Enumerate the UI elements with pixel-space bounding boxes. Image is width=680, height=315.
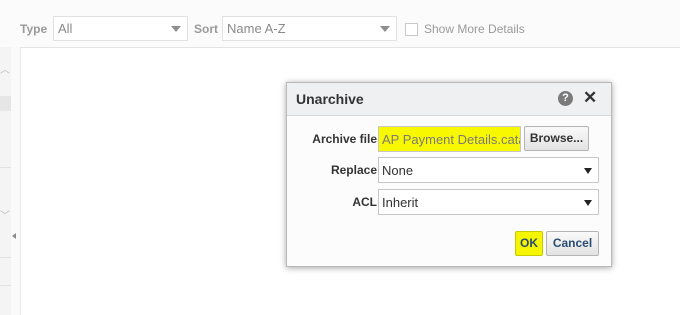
rail-divider: [0, 257, 11, 258]
replace-label: Replace: [330, 163, 377, 177]
chevron-down-icon[interactable]: ﹀: [0, 207, 10, 222]
chevron-down-icon: [380, 26, 390, 32]
rail-divider: [0, 285, 11, 286]
help-icon[interactable]: ?: [558, 91, 573, 106]
chevron-down-icon: [584, 168, 592, 174]
archive-file-label: Archive file: [312, 132, 377, 146]
cancel-button[interactable]: Cancel: [546, 231, 599, 256]
archive-file-input[interactable]: AP Payment Details.cata: [378, 126, 521, 152]
collapse-left-icon[interactable]: [12, 233, 16, 239]
browse-button[interactable]: Browse...: [524, 126, 589, 151]
rail-divider: [0, 167, 11, 168]
replace-select[interactable]: None: [378, 157, 599, 183]
sort-select[interactable]: Name A-Z: [222, 16, 397, 41]
dialog-title: Unarchive: [296, 91, 364, 107]
show-more-details-label[interactable]: Show More Details: [424, 22, 525, 36]
archive-file-value: AP Payment Details.cata: [382, 132, 521, 147]
sort-select-value: Name A-Z: [227, 21, 286, 36]
type-label: Type: [20, 22, 48, 36]
rail-selected-item[interactable]: [0, 96, 11, 111]
sort-label: Sort: [194, 22, 218, 36]
acl-select-value: Inherit: [382, 195, 419, 210]
type-select[interactable]: All: [53, 16, 188, 41]
replace-select-value: None: [382, 163, 414, 178]
chevron-up-icon[interactable]: ︿: [0, 61, 10, 76]
type-select-value: All: [58, 21, 73, 36]
acl-label: ACL: [352, 195, 377, 209]
catalog-toolbar: Type All Sort Name A-Z Show More Details: [0, 0, 680, 48]
ok-button[interactable]: OK: [515, 231, 543, 256]
chevron-down-icon: [584, 200, 592, 206]
show-more-details-checkbox[interactable]: [405, 23, 418, 36]
dialog-header: Unarchive ? ✕: [287, 83, 611, 116]
chevron-down-icon: [171, 26, 181, 32]
unarchive-dialog: Unarchive ? ✕ Archive file AP Payment De…: [286, 82, 612, 267]
close-icon[interactable]: ✕: [583, 88, 597, 108]
pane-splitter[interactable]: [11, 47, 21, 315]
acl-select[interactable]: Inherit: [378, 189, 599, 215]
